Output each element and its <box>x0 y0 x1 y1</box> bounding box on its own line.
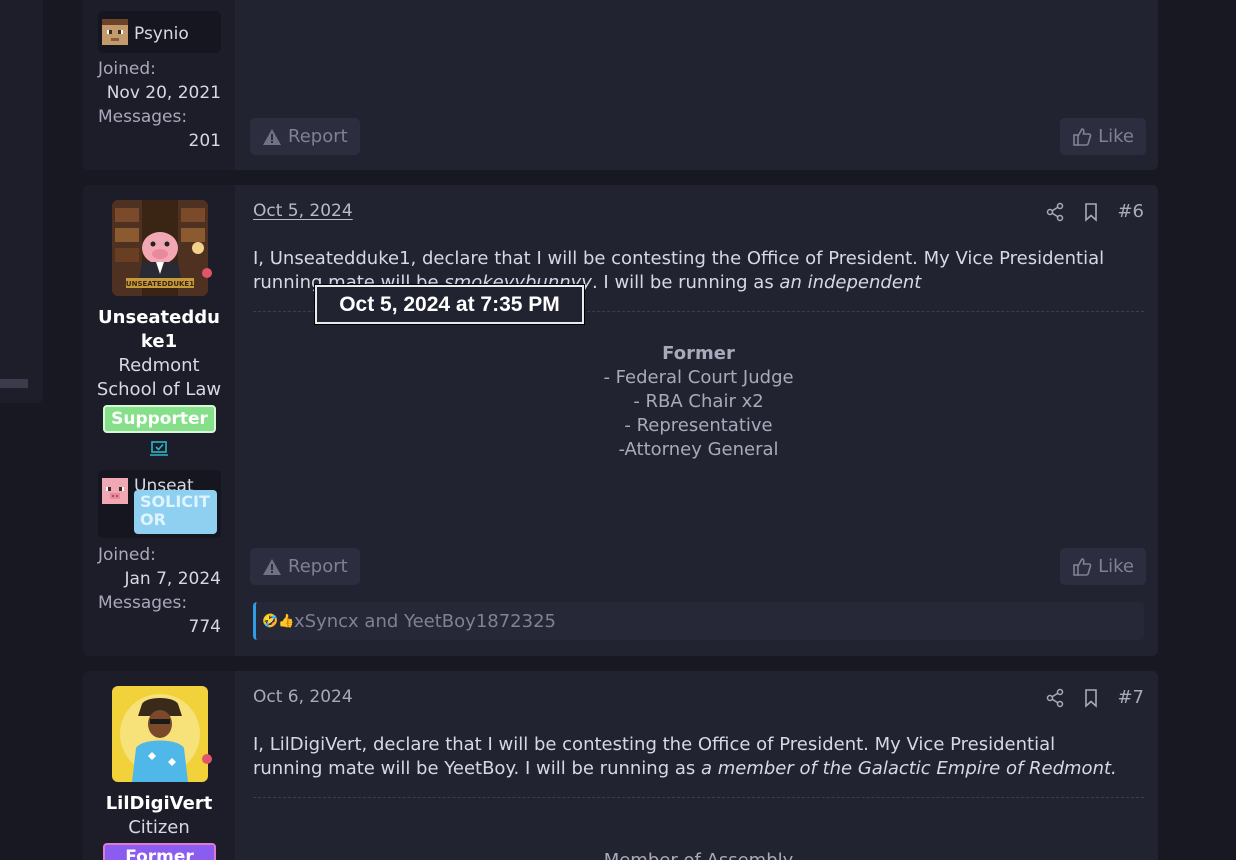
user-title-line1: Redmont <box>118 355 200 376</box>
post-number[interactable]: #7 <box>1117 687 1144 708</box>
reactions-users[interactable]: xSyncx and YeetBoy1872325 <box>294 611 556 632</box>
report-button[interactable]: Report <box>250 118 360 155</box>
like-label: Like <box>1098 556 1134 577</box>
warning-icon <box>263 128 281 145</box>
linked-account-avatar <box>102 19 128 45</box>
joined-value: Nov 20, 2021 <box>106 83 221 103</box>
joined-label: Joined: <box>98 545 156 565</box>
signature-partial: Member of Assembly <box>253 849 1144 860</box>
username-line1: Unseateddu <box>98 307 220 328</box>
former-banner: Former <box>103 843 216 860</box>
post-user-column: UNSEATEDDUKE1 Unseateddu ke1 Redmont Sch… <box>83 185 235 656</box>
solicitor-badge-line1: SOLICIT <box>140 492 210 511</box>
like-button[interactable]: Like <box>1060 548 1146 585</box>
signature-line: - Federal Court Judge <box>603 367 794 388</box>
post-date-link[interactable]: Oct 5, 2024 <box>253 201 353 221</box>
like-label: Like <box>1098 126 1134 147</box>
user-avatar[interactable] <box>112 686 208 782</box>
solicitor-badge: SOLICIT OR <box>134 490 217 534</box>
solicitor-badge-line2: OR <box>140 510 166 529</box>
bookmark-icon[interactable] <box>1081 202 1101 222</box>
signature-line: - RBA Chair x2 <box>633 391 764 412</box>
signature-heading: Former <box>662 343 735 364</box>
bookmark-icon[interactable] <box>1081 688 1101 708</box>
post-user-column: Psynio Joined: Nov 20, 2021 Messages: 20… <box>83 0 235 170</box>
warning-icon <box>263 558 281 575</box>
signature-line: -Attorney General <box>618 439 779 460</box>
username[interactable]: Unseateddu ke1 <box>83 306 235 354</box>
thumbs-up-icon <box>1073 127 1092 146</box>
online-status-indicator <box>202 754 212 764</box>
post-date-link[interactable]: Oct 6, 2024 <box>253 687 353 707</box>
party-affiliation: an independent <box>779 272 922 293</box>
linked-account-avatar <box>102 478 128 504</box>
post-main-column: Oct 6, 2024 #7 I, LilDigiVert, declare t… <box>235 671 1158 860</box>
post-actions: #6 <box>1045 201 1144 222</box>
left-sidebar <box>0 0 43 403</box>
sidebar-scroll-indicator <box>0 379 28 388</box>
post-body: I, LilDigiVert, declare that I will be c… <box>253 733 1118 781</box>
verified-badge-icon <box>149 440 169 458</box>
supporter-banner: Supporter <box>103 405 216 433</box>
report-label: Report <box>288 556 348 577</box>
username-line2: ke1 <box>140 331 178 352</box>
share-icon[interactable] <box>1045 688 1065 708</box>
messages-label: Messages: <box>98 107 188 127</box>
online-status-indicator <box>202 268 212 278</box>
share-icon[interactable] <box>1045 202 1065 222</box>
messages-value: 774 <box>188 617 221 637</box>
post-user-column: LilDigiVert Citizen Former <box>83 671 235 860</box>
post-main-column: Oct 5, 2024 #6 I, Unseatedduke1, declare… <box>235 185 1158 656</box>
post-body-part2: . I will be running as <box>591 272 780 293</box>
reaction-emojis: 🤣👍 <box>262 614 295 629</box>
avatar-caption: UNSEATEDDUKE1 <box>126 280 194 288</box>
user-avatar[interactable]: UNSEATEDDUKE1 <box>112 200 208 296</box>
date-tooltip: Oct 5, 2024 at 7:35 PM <box>315 285 584 324</box>
party-affiliation: a member of the Galactic Empire of Redmo… <box>700 758 1117 779</box>
post-main-column: Report Like <box>235 0 1158 170</box>
post-actions: #7 <box>1045 687 1144 708</box>
post-number[interactable]: #6 <box>1117 201 1144 222</box>
user-title-line2: School of Law <box>96 379 222 400</box>
user-title: Redmont School of Law <box>83 354 235 402</box>
linked-account-name: Psynio <box>134 24 189 44</box>
post-previous: Psynio Joined: Nov 20, 2021 Messages: 20… <box>83 0 1158 170</box>
signature-line: - Representative <box>624 415 773 436</box>
report-label: Report <box>288 126 348 147</box>
messages-label: Messages: <box>98 593 188 613</box>
messages-value: 201 <box>188 131 221 151</box>
post-6: UNSEATEDDUKE1 Unseateddu ke1 Redmont Sch… <box>83 185 1158 656</box>
thumbs-up-icon <box>1073 557 1092 576</box>
linked-account-card[interactable]: Psynio <box>98 11 221 53</box>
post-7: LilDigiVert Citizen Former Oct 6, 2024 #… <box>83 671 1158 860</box>
username[interactable]: LilDigiVert <box>83 792 235 816</box>
linked-account-card[interactable]: Unseat SOLICIT OR <box>98 470 221 538</box>
joined-value: Jan 7, 2024 <box>124 569 222 589</box>
user-title: Citizen <box>128 817 190 838</box>
signature-divider <box>253 797 1144 798</box>
signature: Former - Federal Court Judge - RBA Chair… <box>253 342 1144 462</box>
joined-label: Joined: <box>98 59 156 79</box>
reactions-bar[interactable]: 🤣👍 xSyncx and YeetBoy1872325 <box>253 602 1144 640</box>
report-button[interactable]: Report <box>250 548 360 585</box>
like-button[interactable]: Like <box>1060 118 1146 155</box>
